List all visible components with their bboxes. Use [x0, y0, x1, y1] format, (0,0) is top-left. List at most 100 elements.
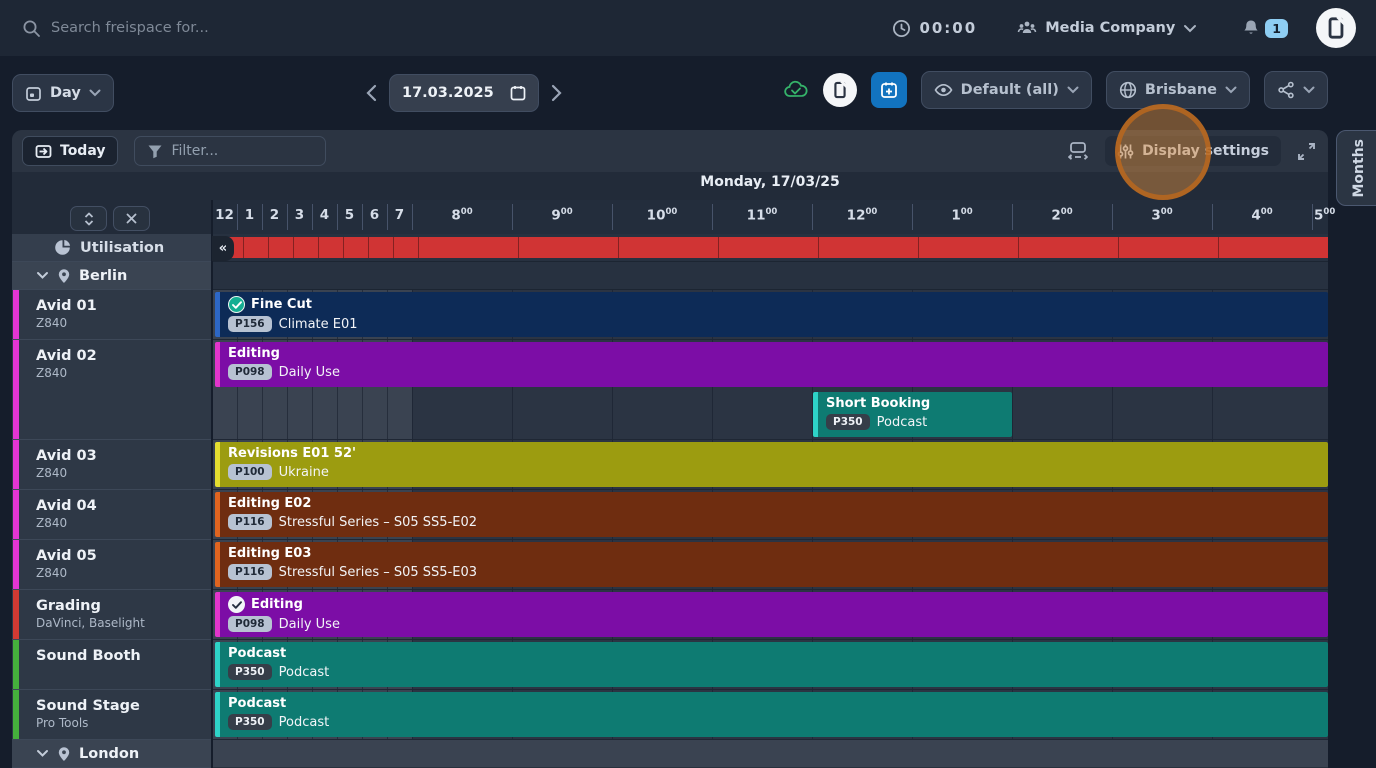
gridline: [612, 390, 613, 440]
tick-label: 7: [387, 207, 412, 223]
booking-bar[interactable]: Fine CutP156Climate E01: [215, 292, 1328, 337]
booking-title: Podcast: [228, 696, 286, 711]
fit-width-icon[interactable]: [1067, 141, 1089, 161]
booking-project: Podcast: [279, 715, 330, 730]
jump-to-today-icon: [35, 144, 52, 159]
booking-bar[interactable]: PodcastP350Podcast: [215, 692, 1328, 737]
active-user-avatar[interactable]: [823, 73, 857, 107]
resource-row[interactable]: Avid 03Z840Revisions E01 52'P100Ukraine: [12, 440, 1328, 490]
booking-project: Climate E01: [279, 317, 358, 332]
resource-subtitle: Z840: [36, 366, 212, 380]
avatar-logo: [1316, 8, 1356, 48]
booking-bar[interactable]: EditingP098Daily Use: [215, 342, 1328, 387]
view-mode-dropdown[interactable]: Day: [12, 74, 114, 112]
gridline: [318, 237, 319, 258]
next-day-button[interactable]: [551, 84, 562, 102]
filter-input[interactable]: Filter...: [134, 136, 326, 166]
pie-chart-icon: [54, 239, 71, 256]
gridline: [412, 390, 413, 440]
scope-filter-label: Default (all): [961, 82, 1059, 98]
tick-label: 12: [212, 207, 237, 223]
gridline: [1218, 237, 1219, 258]
bell-icon: [1241, 18, 1261, 38]
resource-row[interactable]: Avid 05Z840Editing E03P116Stressful Seri…: [12, 540, 1328, 590]
project-code-badge: P350: [228, 664, 272, 680]
gridline: [618, 237, 619, 258]
notification-count-badge: 1: [1265, 19, 1288, 38]
notifications-button[interactable]: 1: [1241, 18, 1288, 38]
team-icon: [1017, 19, 1037, 37]
gridline: [418, 237, 419, 258]
resource-name: Avid 01: [36, 297, 212, 315]
project-code-badge: P350: [826, 414, 870, 430]
resource-row[interactable]: Avid 04Z840Editing E02P116Stressful Seri…: [12, 490, 1328, 540]
booking-bar[interactable]: Short BookingP350Podcast: [813, 392, 1012, 437]
sliders-icon: [1117, 143, 1134, 160]
filter-placeholder: Filter...: [171, 143, 218, 159]
gridline: [1112, 390, 1113, 440]
group-row-berlin[interactable]: Berlin: [12, 262, 1328, 290]
calendar-icon: [510, 85, 526, 101]
today-button[interactable]: Today: [22, 136, 118, 166]
new-booking-button[interactable]: [871, 72, 907, 108]
resource-subtitle: Z840: [36, 466, 212, 480]
company-selector[interactable]: Media Company: [1017, 19, 1197, 37]
resource-name: Avid 04: [36, 497, 212, 515]
booking-bar[interactable]: Revisions E01 52'P100Ukraine: [215, 442, 1328, 487]
gridline: [818, 237, 819, 258]
project-code-badge: P116: [228, 564, 272, 580]
gridline: [718, 237, 719, 258]
booking-bar[interactable]: Editing E03P116Stressful Series – S05 SS…: [215, 542, 1328, 587]
booking-title: Revisions E01 52': [228, 446, 356, 461]
cloud-sync-icon: [783, 79, 809, 101]
global-search-input[interactable]: Search freispace for...: [22, 19, 892, 38]
time-scale: 1212345678009001000110012001002003004005…: [212, 200, 1328, 234]
resource-color-stripe: [13, 690, 19, 739]
resource-row[interactable]: Sound BoothPodcastP350Podcast: [12, 640, 1328, 690]
booking-title: Editing E02: [228, 496, 311, 511]
tick-label: 2: [262, 207, 287, 223]
scope-filter-dropdown[interactable]: Default (all): [921, 71, 1092, 109]
scheduler-header: Today Filter... Display settings: [12, 130, 1328, 172]
tick-label: 4: [312, 207, 337, 223]
gridline: [312, 390, 313, 440]
resource-name: Sound Stage: [36, 697, 212, 715]
display-settings-button[interactable]: Display settings: [1105, 136, 1281, 166]
tick-label: 1100: [722, 207, 802, 224]
user-avatar[interactable]: [1316, 8, 1356, 48]
gridline: [337, 390, 338, 440]
collapse-sidebar-button[interactable]: «: [212, 236, 234, 261]
booking-bar[interactable]: Editing E02P116Stressful Series – S05 SS…: [215, 492, 1328, 537]
clear-selection-button[interactable]: [113, 206, 150, 231]
timezone-dropdown[interactable]: Brisbane: [1106, 71, 1250, 109]
resource-subtitle: DaVinci, Baselight: [36, 616, 212, 630]
booking-bar[interactable]: PodcastP350Podcast: [215, 642, 1328, 687]
resource-row[interactable]: Avid 02Z840EditingP098Daily UseShort Boo…: [12, 340, 1328, 440]
tick-separator: [612, 204, 613, 230]
resource-color-stripe: [13, 290, 19, 339]
project-code-badge: P156: [228, 316, 272, 332]
resource-row[interactable]: GradingDaVinci, BaselightEditingP098Dail…: [12, 590, 1328, 640]
group-row-london[interactable]: London: [12, 740, 1328, 768]
date-picker[interactable]: 17.03.2025: [389, 74, 539, 112]
share-dropdown[interactable]: [1264, 71, 1328, 109]
gridline: [712, 390, 713, 440]
tick-separator: [912, 204, 913, 230]
gridline: [1012, 390, 1013, 440]
prev-day-button[interactable]: [366, 84, 377, 102]
resource-name: Avid 05: [36, 547, 212, 565]
app-screen: Search freispace for... 00:00 Media Comp…: [0, 0, 1376, 768]
resource-color-stripe: [13, 540, 19, 589]
globe-icon: [1119, 81, 1137, 99]
scheduler-panel: Today Filter... Display settings Monday,…: [12, 130, 1328, 768]
collapse-expand-all-button[interactable]: [70, 206, 107, 231]
resource-row[interactable]: Avid 01Z840Fine CutP156Climate E01: [12, 290, 1328, 340]
tab-months[interactable]: Months: [1336, 130, 1376, 206]
tick-label: 800: [422, 207, 502, 224]
booking-bar[interactable]: EditingP098Daily Use: [215, 592, 1328, 637]
booking-project: Daily Use: [279, 365, 340, 380]
chevron-down-icon: [1303, 86, 1315, 94]
tick-label: 300: [1122, 207, 1202, 224]
resource-row[interactable]: Sound StagePro ToolsPodcastP350Podcast: [12, 690, 1328, 740]
fullscreen-icon[interactable]: [1297, 142, 1316, 161]
